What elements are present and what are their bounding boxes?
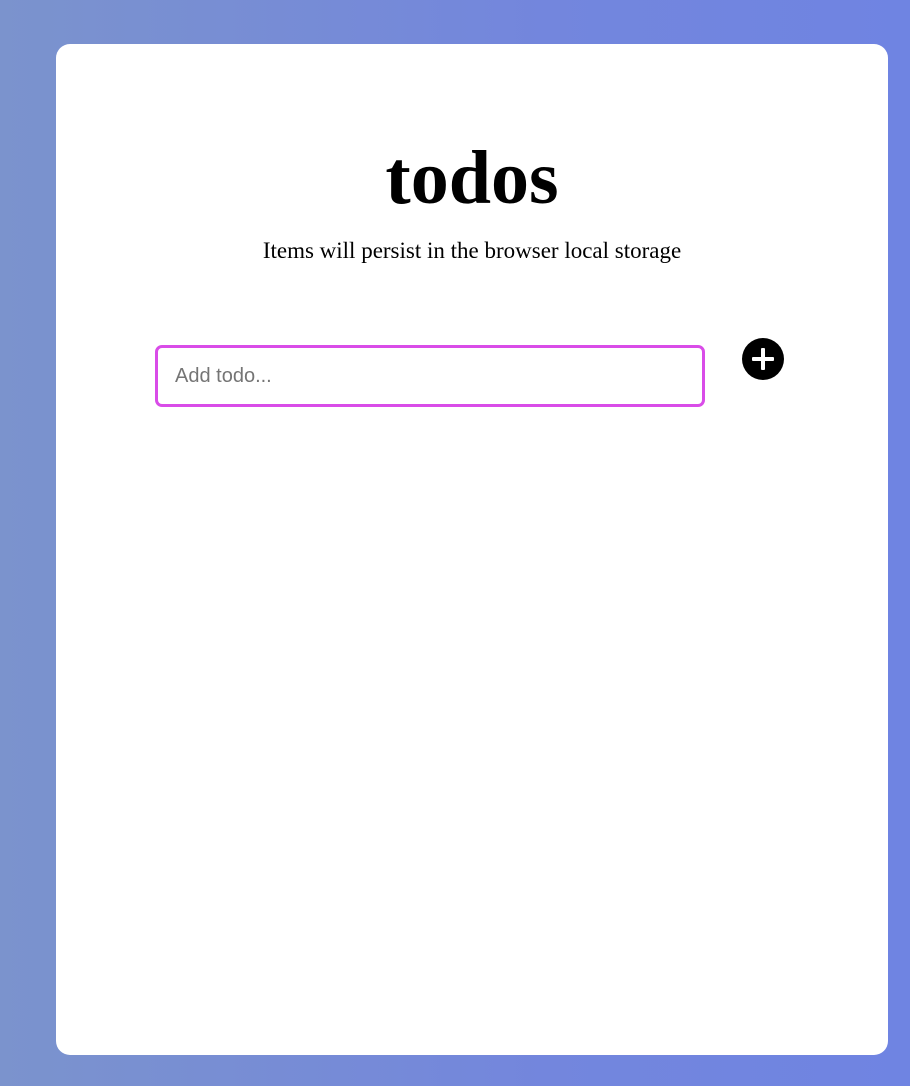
plus-circle-icon	[742, 338, 784, 380]
page-subtitle: Items will persist in the browser local …	[262, 238, 682, 263]
add-todo-button[interactable]	[742, 338, 784, 380]
add-todo-input[interactable]	[155, 345, 705, 407]
todo-card: todos Items will persist in the browser …	[56, 44, 888, 1055]
page-title: todos	[385, 136, 559, 220]
